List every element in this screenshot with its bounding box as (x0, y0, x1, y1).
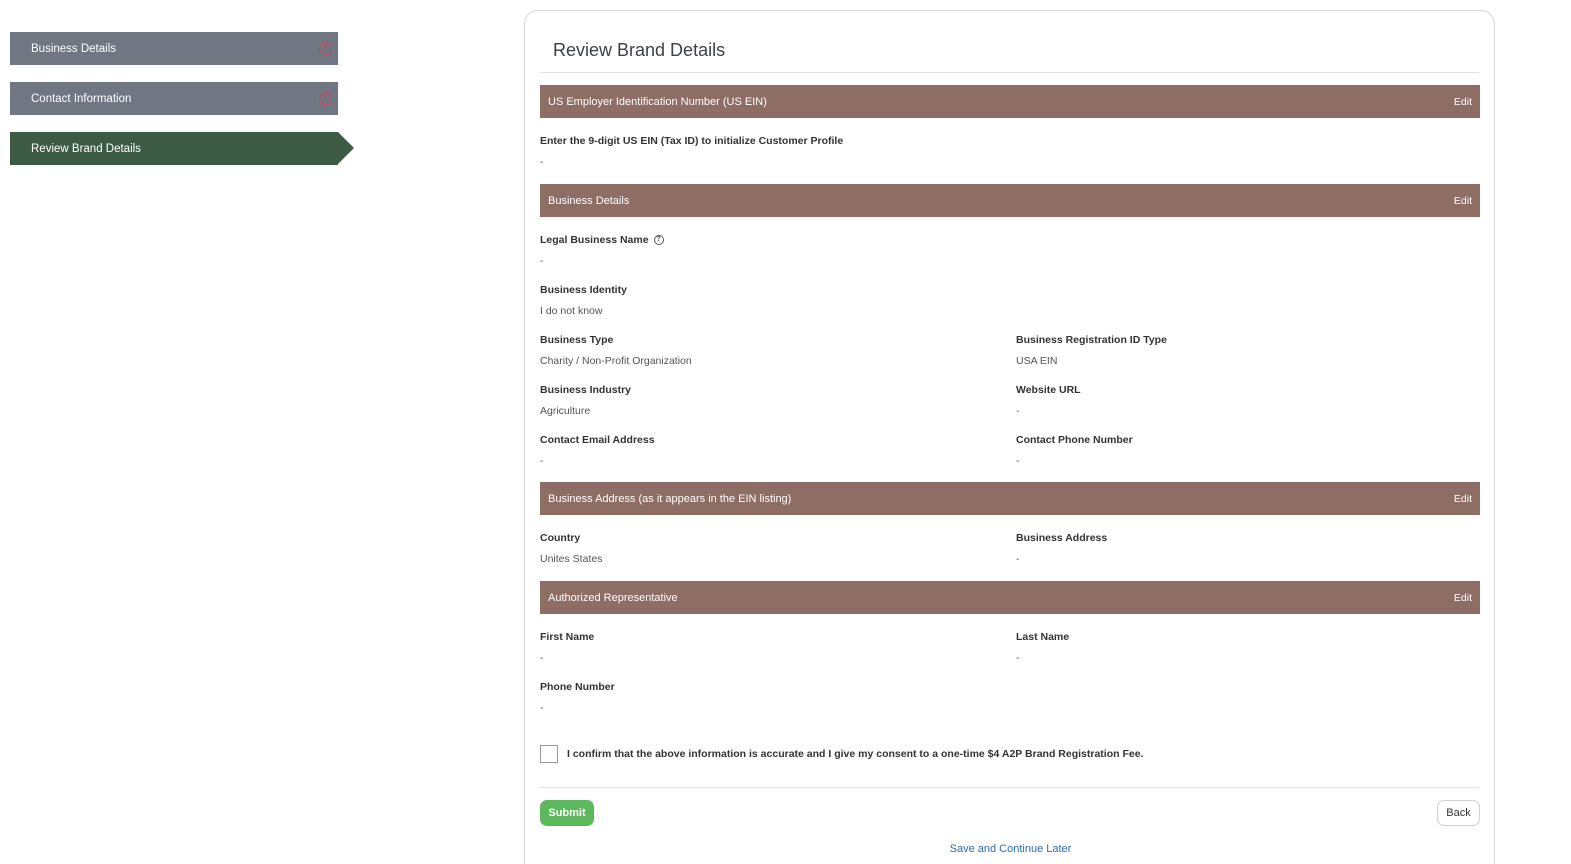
edit-ein-button[interactable]: Edit (1454, 96, 1472, 108)
alert-circle-icon: ! (319, 92, 332, 105)
field-ein: Enter the 9-digit US EIN (Tax ID) to ini… (540, 135, 843, 168)
field-last-name: Last Name - (1016, 631, 1069, 664)
submit-button[interactable]: Submit (540, 800, 594, 826)
back-button[interactable]: Back (1437, 800, 1480, 826)
field-phone-number: Phone Number - (540, 681, 615, 714)
field-business-address: Business Address - (1016, 532, 1107, 565)
field-value: Agriculture (540, 405, 591, 417)
field-value: - (1016, 652, 1020, 664)
divider (540, 787, 1479, 788)
section-header-ein: US Employer Identification Number (US EI… (540, 85, 1480, 118)
field-label: Business Identity (540, 284, 627, 296)
field-label: Enter the 9-digit US EIN (Tax ID) to ini… (540, 135, 844, 147)
field-value: - (540, 455, 544, 467)
field-business-identity: Business Identity I do not know (540, 284, 627, 317)
field-value: - (1016, 405, 1020, 417)
save-and-continue-later-link[interactable]: Save and Continue Later (525, 843, 1496, 855)
page-title: Review Brand Details (553, 40, 726, 60)
field-value: - (1016, 553, 1020, 565)
field-legal-business-name: Legal Business Name ? - (540, 234, 664, 267)
field-label: Contact Email Address (540, 434, 655, 446)
field-value: Unites States (540, 553, 603, 565)
edit-business-details-button[interactable]: Edit (1454, 195, 1472, 207)
section-header-authorized-representative: Authorized Representative Edit (540, 581, 1480, 614)
step-contact-information[interactable]: Contact Information ! (10, 82, 338, 115)
field-value: USA EIN (1016, 355, 1058, 367)
field-label: Website URL (1016, 384, 1081, 396)
field-label: Country (540, 532, 581, 544)
field-label: Business Registration ID Type (1016, 334, 1167, 346)
field-business-type: Business Type Charity / Non-Profit Organ… (540, 334, 692, 367)
field-business-industry: Business Industry Agriculture (540, 384, 631, 417)
step-review-brand-details[interactable]: Review Brand Details (10, 132, 354, 165)
field-value: - (540, 156, 544, 168)
field-country: Country Unites States (540, 532, 602, 565)
step-label: Business Details (31, 42, 117, 55)
step-label: Review Brand Details (31, 142, 141, 155)
field-value: - (540, 652, 544, 664)
field-label: Contact Phone Number (1016, 434, 1133, 446)
field-label: Legal Business Name (540, 234, 649, 246)
field-value: - (540, 702, 544, 714)
section-title: US Employer Identification Number (US EI… (548, 95, 767, 108)
field-label: Business Industry (540, 384, 632, 396)
section-title: Authorized Representative (548, 591, 678, 604)
section-header-business-address: Business Address (as it appears in the E… (540, 482, 1480, 515)
field-label: First Name (540, 631, 595, 643)
consent-row: I confirm that the above information is … (540, 745, 1143, 763)
field-value: I do not know (540, 305, 603, 317)
edit-authorized-representative-button[interactable]: Edit (1454, 592, 1472, 604)
field-label: Last Name (1016, 631, 1070, 643)
consent-checkbox[interactable] (540, 745, 558, 763)
consent-label: I confirm that the above information is … (567, 748, 1144, 760)
field-label: Business Type (540, 334, 614, 346)
field-business-registration-id-type: Business Registration ID Type USA EIN (1016, 334, 1167, 367)
field-value: - (1016, 455, 1020, 467)
field-label: Phone Number (540, 681, 615, 693)
review-card: Review Brand Details US Employer Identif… (524, 10, 1495, 864)
step-label: Contact Information (31, 92, 132, 105)
field-first-name: First Name - (540, 631, 594, 664)
field-contact-email: Contact Email Address - (540, 434, 655, 467)
section-title: Business Address (as it appears in the E… (548, 492, 792, 505)
field-label: Business Address (1016, 532, 1108, 544)
field-value: Charity / Non-Profit Organization (540, 355, 692, 367)
edit-business-address-button[interactable]: Edit (1454, 493, 1472, 505)
help-circle-icon[interactable]: ? (653, 235, 664, 245)
section-title: Business Details (548, 194, 630, 207)
field-website-url: Website URL - (1016, 384, 1081, 417)
section-header-business-details: Business Details Edit (540, 184, 1480, 217)
alert-circle-icon: ! (319, 42, 332, 55)
field-contact-phone: Contact Phone Number - (1016, 434, 1133, 467)
step-business-details[interactable]: Business Details ! (10, 32, 338, 65)
field-value: - (540, 255, 544, 267)
divider (540, 72, 1479, 73)
